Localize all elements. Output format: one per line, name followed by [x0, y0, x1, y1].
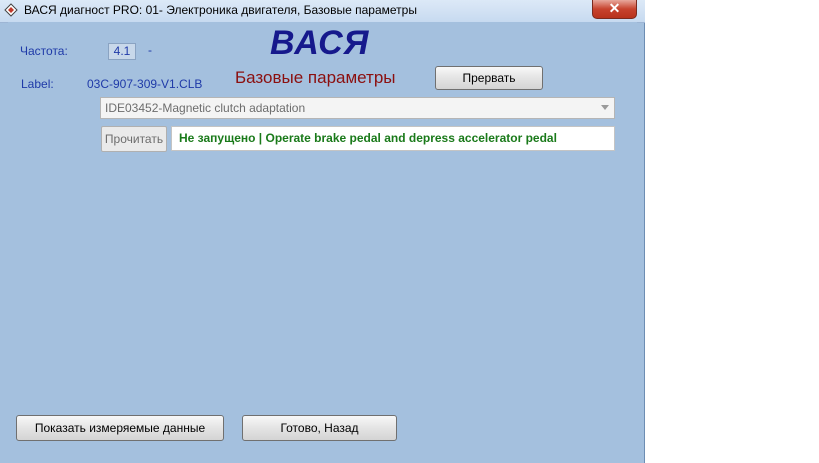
close-icon: ✕ [608, 0, 621, 16]
dropdown-arrow-icon[interactable] [601, 105, 609, 110]
function-select-value: IDE03452-Magnetic clutch adaptation [105, 101, 306, 115]
frequency-label: Частота: [20, 44, 68, 58]
frequency-suffix: - [148, 43, 152, 57]
label-caption: Label: [21, 77, 54, 91]
abort-button[interactable]: Прервать [435, 66, 543, 90]
window-title: ВАСЯ диагност PRO: 01- Электроника двига… [24, 3, 417, 17]
read-button[interactable]: Прочитать [101, 126, 167, 152]
app-window: ВАСЯ диагност PRO: 01- Электроника двига… [0, 0, 645, 463]
client-area: Частота: 4.1 - Label: 03C-907-309-V1.CLB… [8, 22, 637, 455]
close-button[interactable]: ✕ [592, 0, 637, 19]
page-subtitle: Базовые параметры [235, 68, 396, 87]
label-value: 03C-907-309-V1.CLB [87, 77, 203, 91]
app-icon [4, 3, 18, 17]
function-select[interactable]: IDE03452-Magnetic clutch adaptation [100, 97, 615, 119]
status-field: Не запущено | Operate brake pedal and de… [171, 126, 615, 151]
frequency-value: 4.1 [108, 43, 136, 60]
title-bar[interactable]: ВАСЯ диагност PRO: 01- Электроника двига… [0, 0, 645, 23]
logo-text: ВАСЯ [270, 24, 370, 62]
done-back-button[interactable]: Готово, Назад [242, 415, 397, 441]
show-measured-data-button[interactable]: Показать измеряемые данные [16, 415, 224, 441]
